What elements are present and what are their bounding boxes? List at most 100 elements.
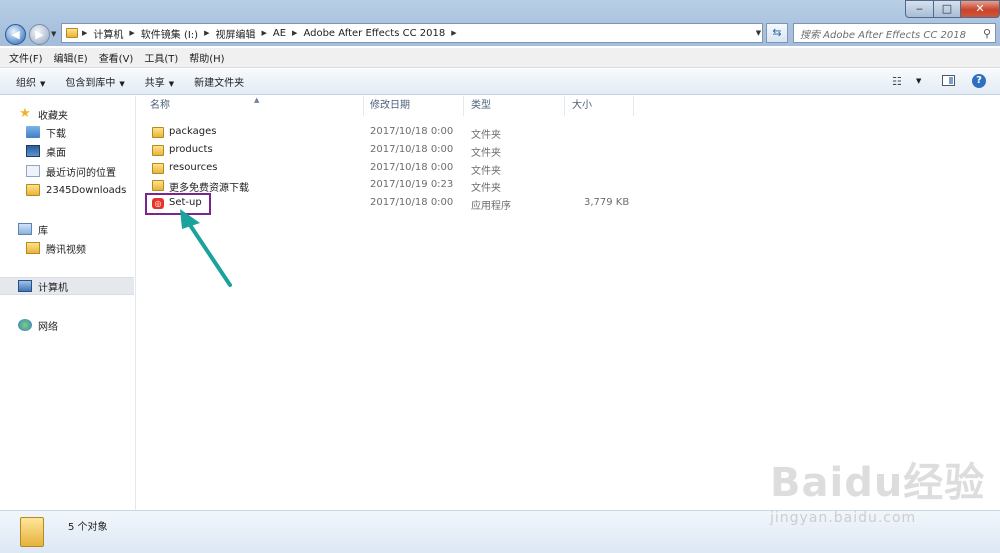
organize-label: 组织 xyxy=(16,78,36,89)
recent-places-icon xyxy=(26,165,40,177)
breadcrumb-drive[interactable]: 软件镜集 (I:) xyxy=(139,26,200,41)
nav-downloads-label: 下载 xyxy=(46,128,66,140)
column-type[interactable]: 类型 xyxy=(463,96,565,116)
folder-icon xyxy=(152,180,164,191)
nav-recent-places[interactable]: 最近访问的位置 xyxy=(0,162,160,180)
nav-tencent-video-label: 腾讯视频 xyxy=(46,244,86,256)
breadcrumb-ae[interactable]: AE xyxy=(271,28,288,39)
nav-network[interactable]: 网络 xyxy=(0,316,152,334)
breadcrumb-separator-icon[interactable]: ▶ xyxy=(447,29,460,37)
column-size[interactable]: 大小 xyxy=(564,96,634,116)
command-bar: 组织 ▼ 包含到库中 ▼ 共享 ▼ 新建文件夹 xyxy=(0,69,1000,95)
address-bar[interactable]: ▶ 计算机 ▶ 软件镜集 (I:) ▶ 视屏编辑 ▶ AE ▶ Adobe Af… xyxy=(61,23,763,43)
address-dropdown-icon[interactable]: ▼ xyxy=(752,23,765,43)
computer-icon xyxy=(18,280,32,292)
file-row[interactable]: packages 2017/10/18 0:00 文件夹 xyxy=(147,124,647,141)
annotation-arrow-icon xyxy=(180,209,232,287)
menu-edit[interactable]: 编辑(E) xyxy=(49,50,94,65)
file-name: products xyxy=(169,144,213,155)
nav-network-label: 网络 xyxy=(38,321,58,333)
file-row[interactable]: products 2017/10/18 0:00 文件夹 xyxy=(147,142,647,159)
minimize-button[interactable]: ‒ xyxy=(905,0,934,18)
view-dropdown-icon[interactable]: ▼ xyxy=(916,77,921,85)
chevron-down-icon: ▼ xyxy=(168,80,175,88)
nav-favorites[interactable]: ★ 收藏夹 xyxy=(0,105,152,123)
chevron-down-icon: ▼ xyxy=(119,80,125,88)
video-library-icon xyxy=(26,242,40,254)
file-row[interactable]: 更多免费资源下载 2017/10/19 0:23 文件夹 xyxy=(147,177,647,194)
column-header-row: 名称 修改日期 类型 大小 xyxy=(136,96,1000,116)
menu-view[interactable]: 查看(V) xyxy=(94,50,140,65)
nav-computer-label: 计算机 xyxy=(38,282,68,294)
nav-desktop[interactable]: 桌面 xyxy=(0,142,160,160)
file-modified: 2017/10/18 0:00 xyxy=(370,144,454,155)
file-modified: 2017/10/18 0:00 xyxy=(370,197,454,208)
nav-favorites-label: 收藏夹 xyxy=(38,110,68,122)
file-type: 文件夹 xyxy=(471,130,501,141)
column-modified[interactable]: 修改日期 xyxy=(362,96,464,116)
file-name: 更多免费资源下载 xyxy=(169,183,249,194)
file-modified: 2017/10/18 0:00 xyxy=(370,162,454,173)
nav-2345downloads[interactable]: 2345Downloads xyxy=(0,181,160,199)
nav-downloads[interactable]: 下载 xyxy=(0,123,160,141)
include-in-library-button[interactable]: 包含到库中 ▼ xyxy=(55,74,134,89)
new-folder-button[interactable]: 新建文件夹 xyxy=(184,74,254,89)
menu-help[interactable]: 帮助(H) xyxy=(184,50,230,65)
file-name: packages xyxy=(169,126,217,137)
search-icon[interactable]: ⚲ xyxy=(979,27,995,40)
refresh-button[interactable]: ⇆ xyxy=(766,23,788,43)
nav-desktop-label: 桌面 xyxy=(46,147,66,159)
close-button[interactable]: ✕ xyxy=(960,0,1000,18)
search-box[interactable]: 搜索 Adobe After Effects CC 2018 ⚲ xyxy=(793,23,996,43)
breadcrumb-separator-icon[interactable]: ▶ xyxy=(257,29,270,37)
watermark-logo: Baidu经验 xyxy=(770,460,986,506)
file-name: resources xyxy=(169,162,218,173)
nav-recent-label: 最近访问的位置 xyxy=(46,167,116,179)
share-label: 共享 xyxy=(144,78,165,89)
breadcrumb-video-editing[interactable]: 视屏编辑 xyxy=(213,26,257,41)
search-input[interactable]: 搜索 Adobe After Effects CC 2018 xyxy=(794,26,979,41)
maximize-button[interactable]: □ xyxy=(933,0,961,18)
folder-icon xyxy=(152,127,164,138)
library-icon xyxy=(18,223,32,235)
file-modified: 2017/10/19 0:23 xyxy=(370,179,454,190)
forward-button[interactable]: ▶ xyxy=(29,24,50,45)
nav-tencent-video[interactable]: 腾讯视频 xyxy=(0,239,160,257)
breadcrumb-separator-icon[interactable]: ▶ xyxy=(125,29,138,37)
file-type: 应用程序 xyxy=(471,201,511,212)
menu-bar: 文件(F) 编辑(E) 查看(V) 工具(T) 帮助(H) xyxy=(0,48,1000,68)
breadcrumb-separator-icon[interactable]: ▶ xyxy=(78,29,91,37)
file-type: 文件夹 xyxy=(471,183,501,194)
file-type: 文件夹 xyxy=(471,148,501,159)
breadcrumb-separator-icon[interactable]: ▶ xyxy=(200,29,213,37)
folder-icon xyxy=(26,184,40,196)
file-size: 3,779 KB xyxy=(584,197,630,208)
nav-computer[interactable]: 计算机 xyxy=(0,277,134,295)
help-icon[interactable]: ? xyxy=(972,74,986,88)
downloads-icon xyxy=(26,126,40,138)
breadcrumb-separator-icon[interactable]: ▶ xyxy=(288,29,301,37)
menu-file[interactable]: 文件(F) xyxy=(4,50,49,65)
recent-pages-dropdown-icon[interactable]: ▼ xyxy=(51,30,56,38)
share-button[interactable]: 共享 ▼ xyxy=(135,74,184,89)
preview-pane-icon[interactable] xyxy=(942,75,955,86)
change-view-icon[interactable]: ☷ xyxy=(892,75,902,88)
breadcrumb-computer[interactable]: 计算机 xyxy=(91,26,125,41)
folder-icon xyxy=(20,517,44,547)
breadcrumb-current-folder[interactable]: Adobe After Effects CC 2018 xyxy=(301,28,447,39)
file-type: 文件夹 xyxy=(471,166,501,177)
network-icon xyxy=(18,319,32,331)
back-button[interactable]: ◀ xyxy=(5,24,26,45)
column-name[interactable]: 名称 xyxy=(142,96,364,116)
folder-icon xyxy=(66,28,78,38)
file-row[interactable]: resources 2017/10/18 0:00 文件夹 xyxy=(147,160,647,177)
star-icon: ★ xyxy=(19,106,31,121)
folder-icon xyxy=(152,145,164,156)
chevron-down-icon: ▼ xyxy=(40,80,46,88)
nav-libraries[interactable]: 库 xyxy=(0,220,152,238)
organize-button[interactable]: 组织 ▼ xyxy=(6,74,55,89)
navigation-pane: ★ 收藏夹 下载 桌面 最近访问的位置 2345Downloads 库 腾讯视频… xyxy=(0,96,136,510)
menu-tools[interactable]: 工具(T) xyxy=(139,50,184,65)
file-modified: 2017/10/18 0:00 xyxy=(370,126,454,137)
sort-ascending-icon: ▲ xyxy=(254,96,260,104)
